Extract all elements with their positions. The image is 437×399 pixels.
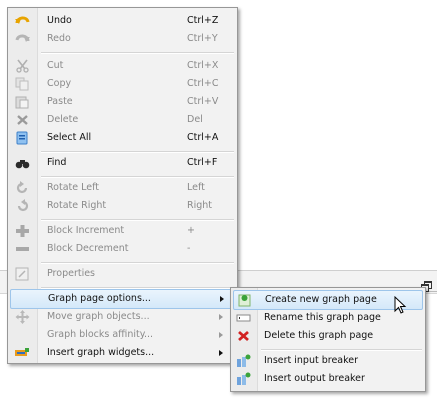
- menu-separator: [41, 151, 234, 153]
- menu-separator: [41, 52, 234, 54]
- menu-item-label: Insert output breaker: [264, 373, 365, 384]
- menu-item-copy[interactable]: Copy Ctrl+C: [8, 75, 237, 93]
- move-icon: [15, 310, 30, 324]
- plus-icon: [15, 224, 30, 238]
- menu-item-block-decrement[interactable]: Block Decrement -: [8, 240, 237, 258]
- menu-item-paste[interactable]: Paste Ctrl+V: [8, 93, 237, 111]
- copy-icon: [15, 77, 30, 91]
- new-page-icon: [237, 293, 252, 307]
- menu-item-insert-graph-widgets[interactable]: Insert graph widgets...: [8, 344, 237, 362]
- rotate-left-icon: [15, 181, 30, 195]
- submenu-arrow-icon: [219, 332, 223, 338]
- menu-item-undo[interactable]: Undo Ctrl+Z: [8, 12, 237, 30]
- widgets-icon: [15, 346, 30, 360]
- binoculars-icon: [15, 156, 30, 170]
- menu-item-label: Rotate Right: [47, 200, 107, 211]
- menu-separator: [41, 219, 234, 221]
- shortcut-label: -: [187, 243, 191, 254]
- shortcut-label: Ctrl+A: [187, 132, 219, 143]
- menu-item-label: Delete this graph page: [264, 330, 374, 341]
- menu-item-graph-page-options[interactable]: Graph page options...: [10, 289, 236, 309]
- minus-icon: [15, 242, 30, 256]
- menu-item-select-all[interactable]: Select All Ctrl+A: [8, 129, 237, 147]
- properties-icon: [15, 267, 30, 281]
- menu-item-label: Graph page options...: [48, 293, 151, 304]
- paste-icon: [15, 95, 30, 109]
- shortcut-label: Ctrl+C: [187, 78, 219, 89]
- menu-item-label: Graph blocks affinity...: [47, 329, 154, 340]
- menu-item-label: Find: [47, 157, 67, 168]
- shortcut-label: +: [187, 225, 195, 236]
- menu-item-label: Insert input breaker: [264, 355, 359, 366]
- scissors-icon: [15, 59, 30, 73]
- menu-item-label: Cut: [47, 60, 64, 71]
- red-x-icon: [236, 329, 251, 343]
- undo-icon: [15, 14, 30, 28]
- menu-item-rotate-right[interactable]: Rotate Right Right: [8, 197, 237, 215]
- rename-icon: [236, 311, 251, 325]
- menu-item-properties[interactable]: Properties: [8, 265, 237, 283]
- shortcut-label: Ctrl+F: [187, 157, 218, 168]
- submenu-item-insert-input-breaker[interactable]: Insert input breaker: [231, 352, 425, 370]
- submenu-arrow-icon: [219, 350, 223, 356]
- redo-icon: [15, 32, 30, 46]
- menu-item-graph-blocks-affinity[interactable]: Graph blocks affinity...: [8, 326, 237, 344]
- menu-item-move-graph-objects[interactable]: Move graph objects...: [8, 308, 237, 326]
- menu-item-label: Insert graph widgets...: [47, 347, 155, 358]
- menu-item-label: Block Increment: [47, 225, 125, 236]
- shortcut-label: Left: [187, 182, 205, 193]
- select-all-icon: [15, 131, 30, 145]
- menu-item-label: Delete: [47, 114, 79, 125]
- menu-item-label: Properties: [47, 268, 96, 279]
- input-breaker-icon: [236, 354, 251, 368]
- menu-item-label: Redo: [47, 33, 71, 44]
- submenu-item-delete-graph-page[interactable]: Delete this graph page: [231, 327, 425, 345]
- mouse-cursor-icon: [394, 296, 408, 316]
- submenu-item-insert-output-breaker[interactable]: Insert output breaker: [231, 370, 425, 388]
- shortcut-label: Right: [187, 200, 213, 211]
- menu-separator: [41, 262, 234, 264]
- menu-separator: [41, 176, 234, 178]
- menu-item-find[interactable]: Find Ctrl+F: [8, 154, 237, 172]
- rotate-right-icon: [15, 199, 30, 213]
- menu-item-label: Block Decrement: [47, 243, 129, 254]
- shortcut-label: Ctrl+Y: [187, 33, 218, 44]
- menu-separator: [261, 349, 422, 351]
- output-breaker-icon: [236, 372, 251, 386]
- menu-item-label: Undo: [47, 15, 72, 26]
- delete-icon: [15, 113, 30, 127]
- menu-item-label: Select All: [47, 132, 92, 143]
- menu-item-block-increment[interactable]: Block Increment +: [8, 222, 237, 240]
- menu-item-label: Create new graph page: [265, 294, 377, 305]
- menu-item-redo[interactable]: Redo Ctrl+Y: [8, 30, 237, 48]
- menu-item-label: Rotate Left: [47, 182, 99, 193]
- shortcut-label: Ctrl+Z: [187, 15, 219, 26]
- menu-item-label: Move graph objects...: [47, 311, 150, 322]
- shortcut-label: Ctrl+X: [187, 60, 219, 71]
- menu-item-label: Copy: [47, 78, 72, 89]
- shortcut-label: Del: [187, 114, 203, 125]
- menu-item-cut[interactable]: Cut Ctrl+X: [8, 57, 237, 75]
- menu-item-label: Rename this graph page: [264, 312, 381, 323]
- menu-item-label: Paste: [47, 96, 73, 107]
- context-menu: Undo Ctrl+Z Redo Ctrl+Y Cut Ctrl+X Copy …: [7, 7, 238, 364]
- submenu-arrow-icon: [220, 296, 224, 302]
- menu-item-delete[interactable]: Delete Del: [8, 111, 237, 129]
- submenu-arrow-icon: [219, 314, 223, 320]
- shortcut-label: Ctrl+V: [187, 96, 219, 107]
- menu-item-rotate-left[interactable]: Rotate Left Left: [8, 179, 237, 197]
